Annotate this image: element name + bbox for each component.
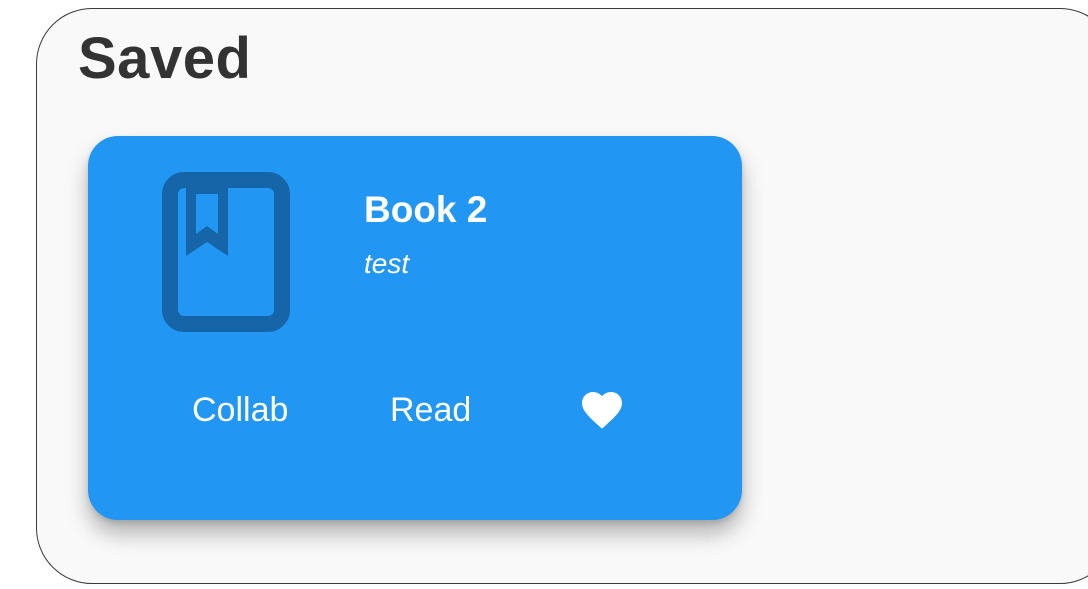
favorite-button[interactable] xyxy=(574,382,630,438)
book-card[interactable]: Book 2 test Collab Read xyxy=(88,136,742,520)
book-bookmark-icon xyxy=(162,172,290,332)
page-title: Saved xyxy=(78,26,252,91)
heart-icon xyxy=(582,392,622,429)
book-title: Book 2 xyxy=(364,189,488,230)
read-button[interactable]: Read xyxy=(390,382,471,438)
collab-button[interactable]: Collab xyxy=(192,382,288,438)
book-subtitle: test xyxy=(364,248,410,279)
